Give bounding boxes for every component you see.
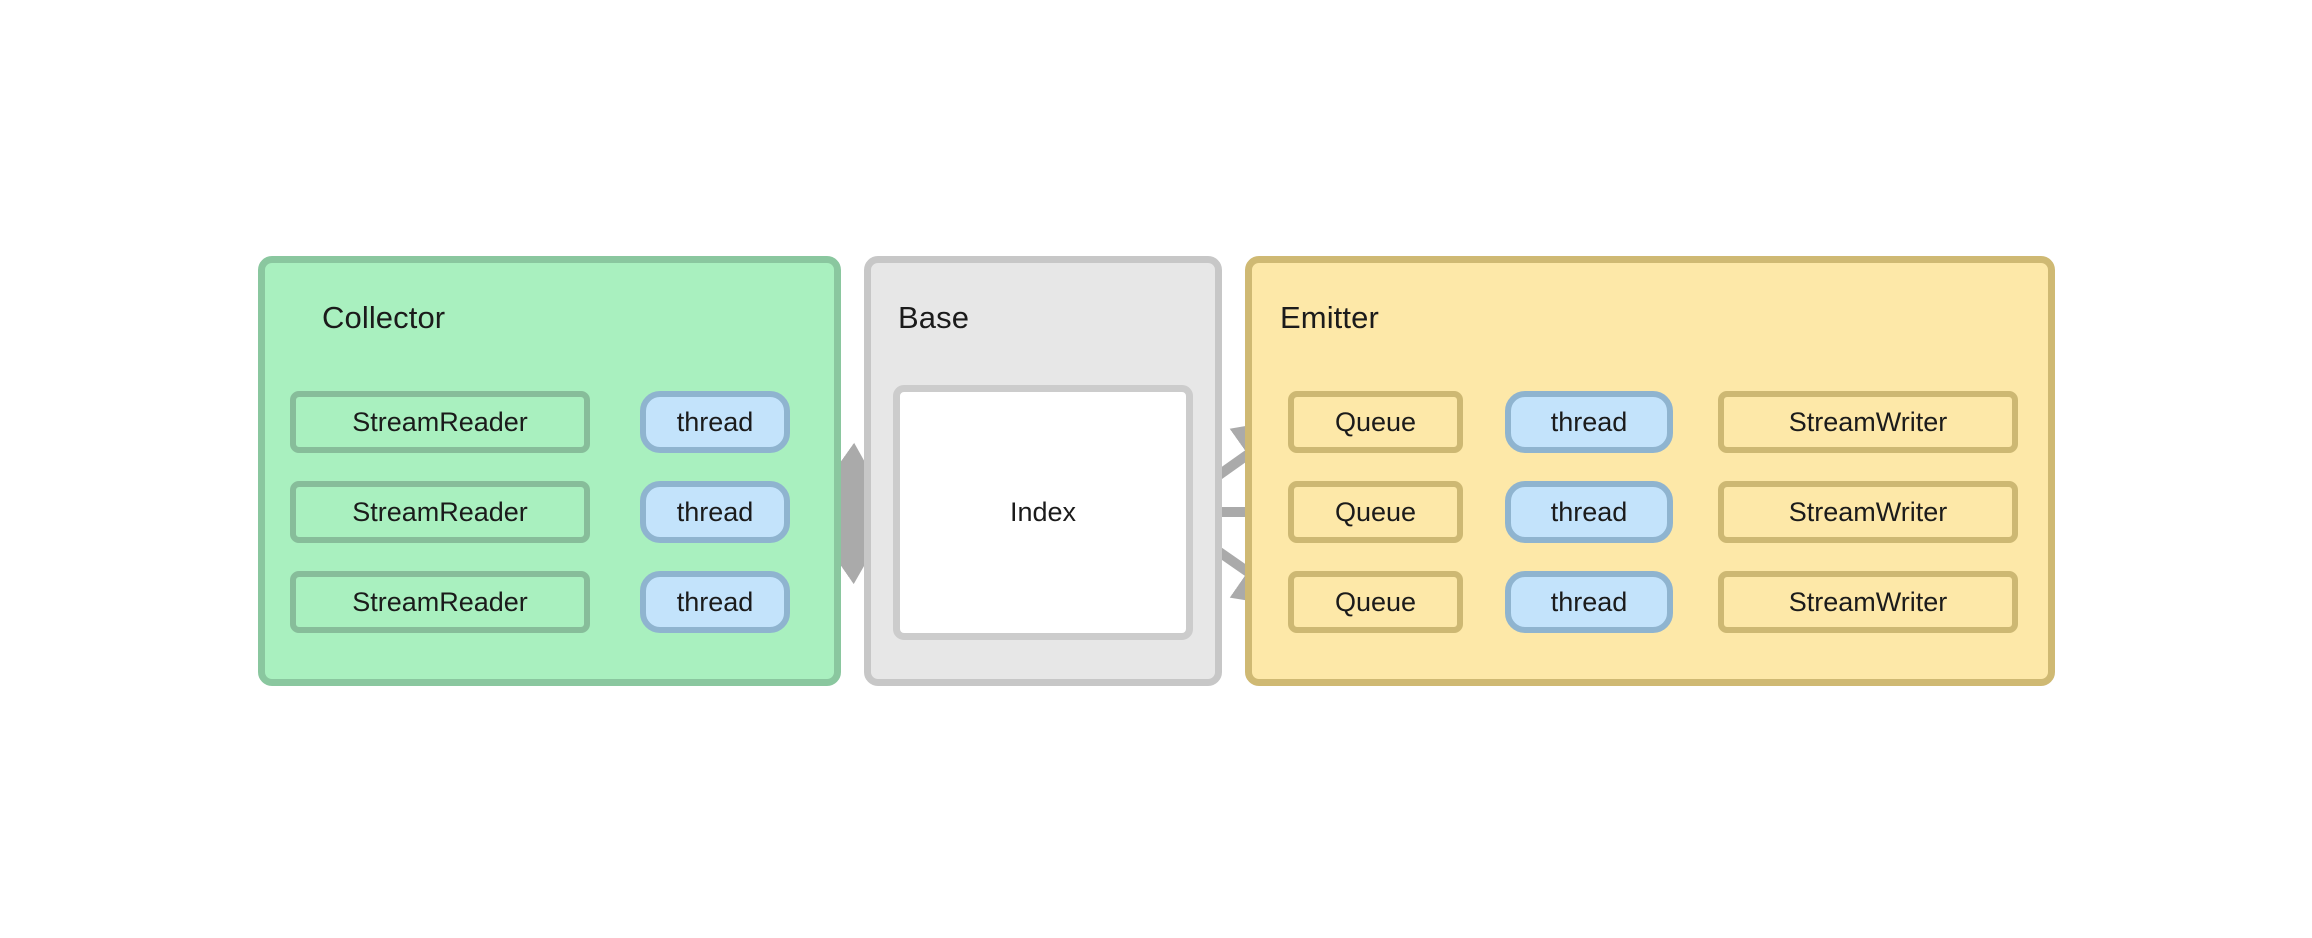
node-label: StreamWriter [1788, 406, 1948, 437]
diagram-canvas: Collector StreamReader StreamReader Stre… [0, 0, 2312, 938]
node-label: thread [1550, 406, 1628, 437]
node-streamreader-3[interactable]: StreamReader [290, 571, 590, 633]
node-queue-1[interactable]: Queue [1288, 391, 1463, 453]
node-label: thread [676, 586, 754, 617]
node-streamwriter-1[interactable]: StreamWriter [1718, 391, 2018, 453]
node-label: StreamWriter [1788, 586, 1948, 617]
node-index[interactable]: Index [893, 385, 1193, 640]
node-streamreader-2[interactable]: StreamReader [290, 481, 590, 543]
node-emitter-thread-1[interactable]: thread [1505, 391, 1673, 453]
node-streamwriter-2[interactable]: StreamWriter [1718, 481, 2018, 543]
node-collector-thread-3[interactable]: thread [640, 571, 790, 633]
node-label: StreamWriter [1788, 496, 1948, 527]
node-label: Index [1009, 497, 1077, 527]
node-label: StreamReader [352, 406, 528, 437]
panel-collector-title: Collector [322, 300, 446, 335]
node-label: StreamReader [352, 496, 528, 527]
node-label: thread [676, 496, 754, 527]
node-queue-3[interactable]: Queue [1288, 571, 1463, 633]
node-label: thread [676, 406, 754, 437]
node-queue-2[interactable]: Queue [1288, 481, 1463, 543]
panel-base-title: Base [898, 300, 970, 335]
panel-emitter-title: Emitter [1280, 300, 1379, 335]
node-label: Queue [1334, 496, 1417, 527]
node-label: Queue [1334, 406, 1417, 437]
node-label: thread [1550, 496, 1628, 527]
node-emitter-thread-2[interactable]: thread [1505, 481, 1673, 543]
node-streamwriter-3[interactable]: StreamWriter [1718, 571, 2018, 633]
node-label: StreamReader [352, 586, 528, 617]
node-collector-thread-1[interactable]: thread [640, 391, 790, 453]
node-label: Queue [1334, 586, 1417, 617]
node-label: thread [1550, 586, 1628, 617]
node-streamreader-1[interactable]: StreamReader [290, 391, 590, 453]
node-emitter-thread-3[interactable]: thread [1505, 571, 1673, 633]
node-collector-thread-2[interactable]: thread [640, 481, 790, 543]
